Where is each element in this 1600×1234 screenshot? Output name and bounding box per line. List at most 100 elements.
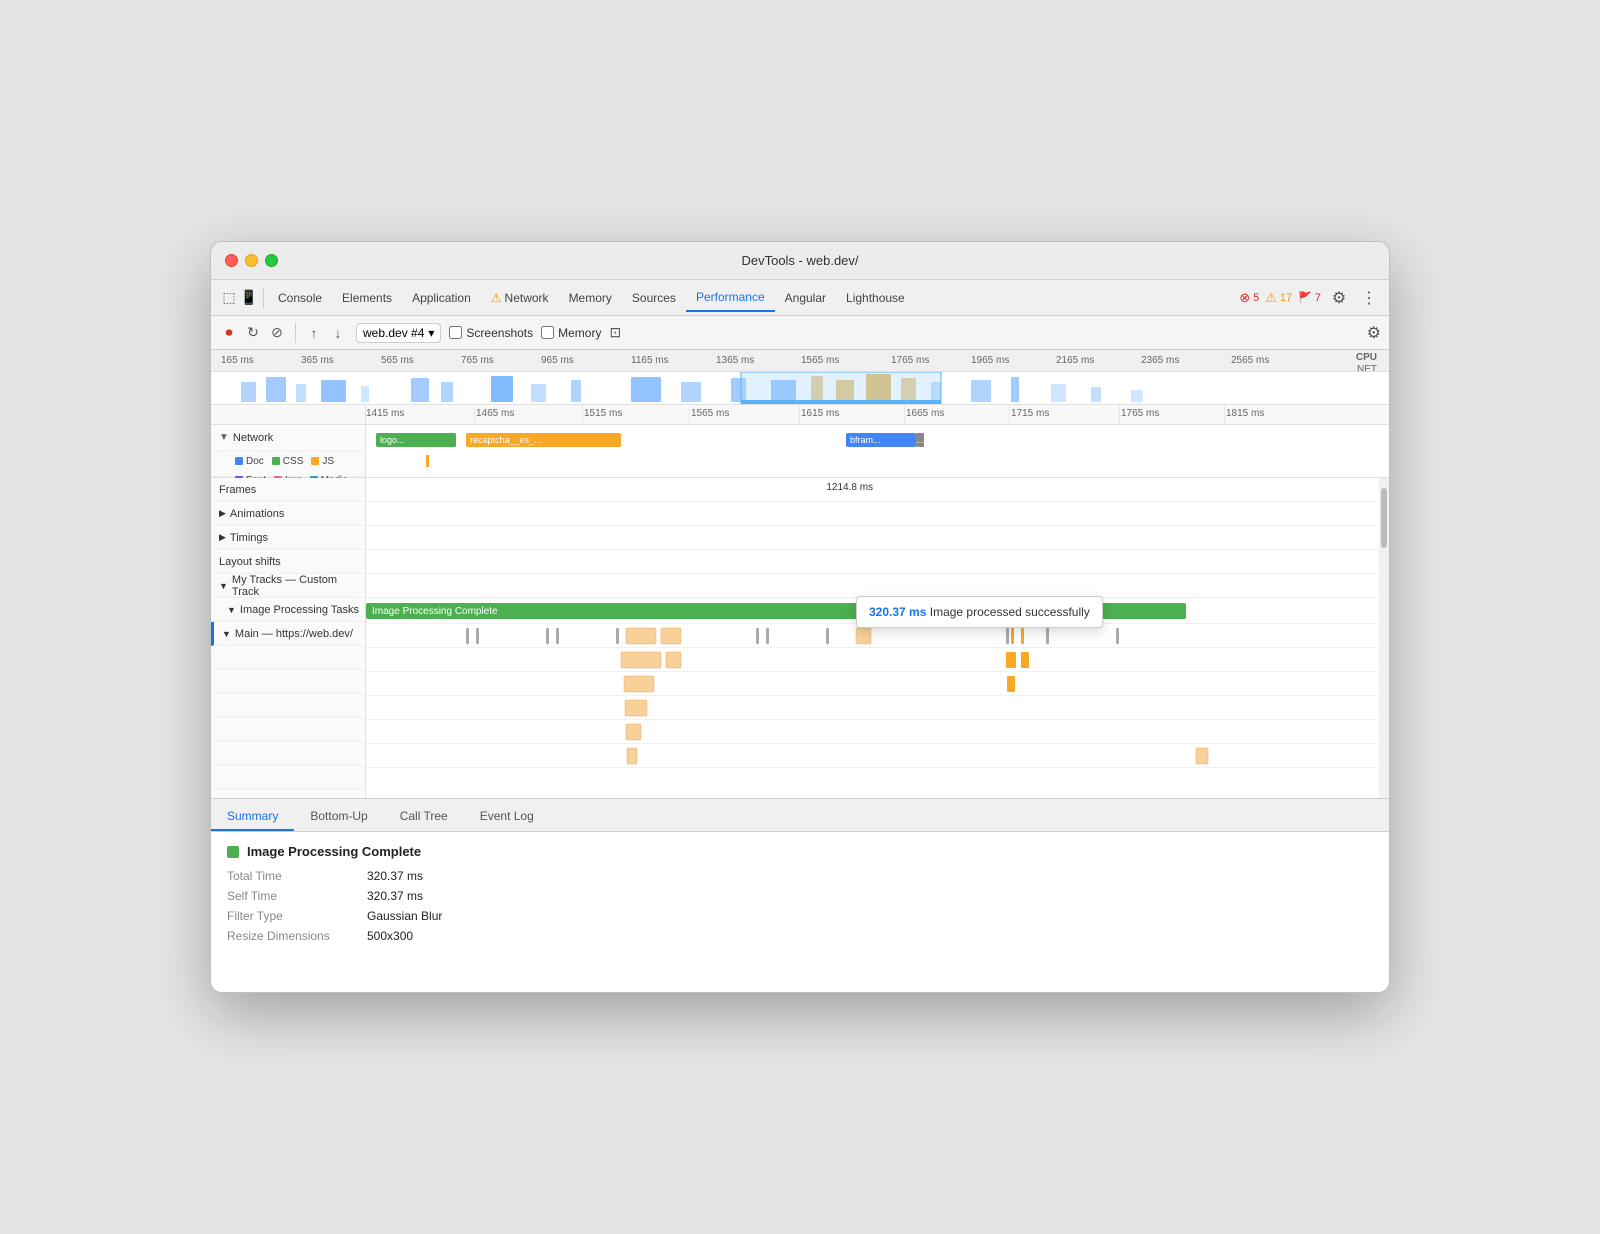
network-section: ▼ Network Doc CSS: [211, 425, 1389, 478]
legend-doc-dot: [235, 457, 243, 465]
memory-checkbox[interactable]: Memory: [541, 326, 601, 340]
network-item-logo[interactable]: logo...: [376, 433, 456, 447]
device-icon[interactable]: 📱: [239, 288, 259, 308]
tab-memory[interactable]: Memory: [559, 285, 622, 311]
tab-summary[interactable]: Summary: [211, 803, 294, 831]
scrollbar-thumb[interactable]: [1381, 488, 1387, 548]
frames-track: 1214.8 ms: [366, 478, 1389, 502]
summary-title: Image Processing Complete: [227, 844, 1373, 859]
tab-calltree[interactable]: Call Tree: [384, 803, 464, 831]
animations-arrow: ▶: [219, 508, 226, 519]
image-processing-label[interactable]: ▼ Image Processing Tasks: [211, 598, 365, 622]
main-empty-6: [211, 766, 365, 790]
summary-row-selftime: Self Time 320.37 ms: [227, 889, 1373, 903]
camera-icon[interactable]: ⊡: [609, 324, 621, 341]
download-button[interactable]: ↓: [328, 323, 348, 343]
custom-track-arrow: ▼: [219, 581, 228, 591]
upload-button[interactable]: ↑: [304, 323, 324, 343]
warning-count: ⚠ 17: [1265, 290, 1292, 306]
minimize-button[interactable]: [245, 254, 258, 267]
frames-label[interactable]: Frames: [211, 478, 365, 502]
layout-shifts-label[interactable]: Layout shifts: [211, 550, 365, 574]
timeline-overview[interactable]: 165 ms 365 ms 565 ms 765 ms 965 ms 1165 …: [211, 350, 1389, 405]
flame-tracks: 1214.8 ms Image Processing Complete 320.…: [366, 478, 1389, 798]
tab-bar: ⬚ 📱 Console Elements Application ⚠ Netwo…: [219, 284, 1237, 312]
reload-record-button[interactable]: ↻: [243, 323, 263, 343]
main-track-3: [366, 672, 1389, 696]
traffic-lights: [225, 254, 278, 267]
timeline-scrollbar[interactable]: [1379, 478, 1389, 798]
record-controls: ⏺ ↻ ⊘ ↑ ↓: [219, 323, 348, 343]
tab-lighthouse[interactable]: Lighthouse: [836, 285, 915, 311]
timings-track: [366, 526, 1389, 550]
devtools-window: DevTools - web.dev/ ⬚ 📱 Console Elements…: [210, 241, 1390, 993]
ruler-label-4: 965 ms: [541, 355, 574, 366]
main-track-6: [366, 744, 1389, 768]
inline-ruler-3: 1565 ms: [691, 408, 729, 419]
network-more-items: …: [916, 433, 924, 447]
network-item-recaptcha[interactable]: recaptcha__es_...: [466, 433, 621, 447]
inline-ruler-2: 1515 ms: [584, 408, 622, 419]
net-label: NET: [1357, 364, 1377, 372]
screenshots-checkbox[interactable]: Screenshots: [449, 326, 533, 340]
timeline-container: 165 ms 365 ms 565 ms 765 ms 965 ms 1165 …: [211, 350, 1389, 992]
more-icon[interactable]: ⋮: [1357, 286, 1381, 310]
layout-shifts-track: [366, 550, 1389, 574]
tooltip-time: 320.37 ms: [869, 605, 926, 619]
tab-network[interactable]: ⚠ Network: [481, 285, 559, 311]
tab-application[interactable]: Application: [402, 285, 481, 311]
titlebar: DevTools - web.dev/: [211, 242, 1389, 280]
ruler-label-0: 165 ms: [221, 355, 254, 366]
ruler-label-1: 365 ms: [301, 355, 334, 366]
tab-elements[interactable]: Elements: [332, 285, 402, 311]
image-processing-arrow: ▼: [227, 605, 236, 615]
network-legend: Doc CSS JS Font: [227, 453, 365, 475]
network-tracks: logo... recaptcha__es_... bfram... …: [366, 425, 1389, 477]
summary-panel: Image Processing Complete Total Time 320…: [211, 832, 1389, 992]
settings-icon[interactable]: ⚙: [1327, 286, 1351, 310]
legend-js-dot: [311, 457, 319, 465]
inline-ruler-8: 1815 ms: [1226, 408, 1264, 419]
ruler-label-7: 1565 ms: [801, 355, 839, 366]
tab-eventlog[interactable]: Event Log: [464, 803, 550, 831]
main-label[interactable]: ▼ Main — https://web.dev/: [211, 622, 365, 646]
clear-button[interactable]: ⊘: [267, 323, 287, 343]
record-button[interactable]: ⏺: [219, 323, 239, 343]
legend-js: JS: [311, 456, 334, 467]
image-processing-track[interactable]: Image Processing Complete 320.37 ms Imag…: [366, 598, 1389, 624]
tab-angular[interactable]: Angular: [775, 285, 836, 311]
ruler-label-10: 2165 ms: [1056, 355, 1094, 366]
maximize-button[interactable]: [265, 254, 278, 267]
perf-settings-icon[interactable]: ⚙: [1367, 323, 1381, 343]
window-title: DevTools - web.dev/: [741, 253, 858, 268]
network-arrow: ▼: [219, 432, 229, 443]
target-selector[interactable]: web.dev #4 ▾: [356, 323, 441, 343]
custom-track-row: [366, 574, 1389, 598]
inspect-icon[interactable]: ⬚: [219, 288, 239, 308]
main-empty-2: [211, 670, 365, 694]
animations-label[interactable]: ▶ Animations: [211, 502, 365, 526]
tab-bottomup[interactable]: Bottom-Up: [294, 803, 383, 831]
main-track-2: [366, 648, 1389, 672]
network-tick: [426, 455, 429, 467]
main-arrow: ▼: [222, 629, 231, 639]
performance-subtoolbar: ⏺ ↻ ⊘ ↑ ↓ web.dev #4 ▾ Screenshots Memor…: [211, 316, 1389, 350]
info-count: 🚩 7: [1298, 291, 1321, 304]
tab-sources[interactable]: Sources: [622, 285, 686, 311]
close-button[interactable]: [225, 254, 238, 267]
network-item-bfram[interactable]: bfram...: [846, 433, 916, 447]
ruler-label-5: 1165 ms: [631, 355, 669, 366]
custom-track-label[interactable]: ▼ My Tracks — Custom Track: [211, 574, 365, 598]
tab-console[interactable]: Console: [268, 285, 332, 311]
toolbar-right: ⊗ 5 ⚠ 17 🚩 7 ⚙ ⋮: [1239, 286, 1381, 310]
network-row-label[interactable]: ▼ Network: [211, 425, 365, 451]
summary-row-filtertype: Filter Type Gaussian Blur: [227, 909, 1373, 923]
tab-performance[interactable]: Performance: [686, 284, 775, 312]
summary-row-totaltime: Total Time 320.37 ms: [227, 869, 1373, 883]
main-toolbar: ⬚ 📱 Console Elements Application ⚠ Netwo…: [211, 280, 1389, 316]
main-empty-4: [211, 718, 365, 742]
timings-label[interactable]: ▶ Timings: [211, 526, 365, 550]
inline-ruler: 1415 ms 1465 ms 1515 ms 1565 ms 1615 ms …: [211, 405, 1389, 425]
ruler-label-9: 1965 ms: [971, 355, 1009, 366]
ruler-label-11: 2365 ms: [1141, 355, 1179, 366]
